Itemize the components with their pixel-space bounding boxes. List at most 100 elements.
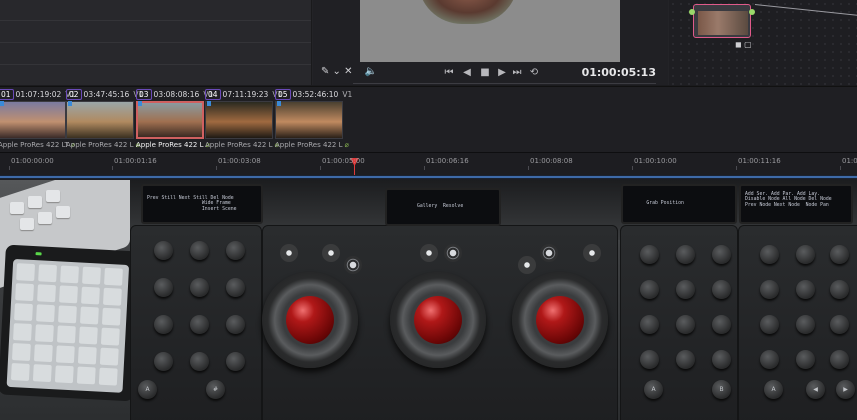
- keypad-key[interactable]: [81, 286, 100, 305]
- trackball-lift[interactable]: [286, 296, 334, 344]
- control-button[interactable]: [190, 315, 209, 334]
- control-button[interactable]: [676, 350, 695, 369]
- keypad-key[interactable]: [58, 305, 77, 324]
- control-button[interactable]: [830, 350, 849, 369]
- control-button[interactable]: [712, 350, 731, 369]
- control-button[interactable]: [640, 350, 659, 369]
- keypad-key[interactable]: [60, 265, 79, 284]
- keypad-key[interactable]: [34, 324, 54, 343]
- ring-button[interactable]: [444, 244, 462, 262]
- control-button[interactable]: [712, 315, 731, 334]
- keypad-key[interactable]: [14, 303, 33, 322]
- control-button[interactable]: [190, 278, 209, 297]
- keypad-key[interactable]: [15, 283, 34, 302]
- control-button[interactable]: [830, 315, 849, 334]
- a-dot-button[interactable]: [280, 244, 298, 262]
- timeline-ruler[interactable]: 01:00:00:00 01:00:01:16 01:00:03:08 01:00:0…: [0, 152, 857, 180]
- keypad-key[interactable]: [99, 347, 119, 366]
- control-button[interactable]: [190, 241, 209, 260]
- keypad-key[interactable]: [82, 266, 101, 285]
- keypad-key[interactable]: [54, 365, 74, 384]
- control-button[interactable]: [640, 245, 659, 264]
- play-button-hw[interactable]: ▶: [836, 380, 855, 399]
- keypad-key[interactable]: [100, 327, 120, 346]
- node-input[interactable]: [689, 9, 695, 15]
- control-button[interactable]: [830, 245, 849, 264]
- keypad-key[interactable]: [38, 264, 58, 283]
- keypad-key[interactable]: [55, 345, 75, 364]
- trackball-ring-gain[interactable]: [512, 272, 608, 368]
- dot-button[interactable]: [322, 244, 340, 262]
- control-button[interactable]: [640, 315, 659, 334]
- a-button[interactable]: A: [644, 380, 663, 399]
- dot-button[interactable]: [420, 244, 438, 262]
- control-button[interactable]: [676, 245, 695, 264]
- control-button[interactable]: [226, 241, 245, 260]
- control-button[interactable]: [226, 352, 245, 371]
- last-frame-button[interactable]: ⏭: [509, 67, 525, 79]
- trackball-gamma[interactable]: [414, 296, 462, 344]
- loop-button[interactable]: ⟲: [526, 67, 542, 79]
- control-button[interactable]: [226, 278, 245, 297]
- control-button[interactable]: [154, 315, 173, 334]
- control-button[interactable]: [796, 280, 815, 299]
- trackball-ring-lift[interactable]: [262, 272, 358, 368]
- node-output[interactable]: [749, 9, 755, 15]
- scrub-bar[interactable]: [353, 83, 656, 84]
- step-back-button[interactable]: ◀: [459, 67, 475, 79]
- control-button[interactable]: [190, 352, 209, 371]
- control-button[interactable]: [796, 350, 815, 369]
- keypad-key[interactable]: [10, 363, 30, 381]
- first-frame-button[interactable]: ⏮: [441, 67, 457, 79]
- a-button[interactable]: A: [764, 380, 783, 399]
- control-button[interactable]: [712, 280, 731, 299]
- keypad-key[interactable]: [36, 304, 55, 323]
- clip-thumbnail-02[interactable]: 02 03:47:45:16 V1 Apple ProRes 422 L ⌀: [66, 87, 143, 153]
- control-button[interactable]: [676, 315, 695, 334]
- color-node[interactable]: [693, 4, 751, 38]
- keypad-key[interactable]: [37, 284, 56, 303]
- bypass-button[interactable]: B: [712, 380, 731, 399]
- control-button[interactable]: [640, 280, 659, 299]
- control-button[interactable]: [760, 280, 779, 299]
- keypad-key[interactable]: [103, 287, 122, 306]
- control-button[interactable]: [226, 315, 245, 334]
- viewer-tool-select[interactable]: ✎ ⌄ ✕: [321, 66, 353, 77]
- hash-button[interactable]: #: [206, 380, 225, 399]
- ring-button[interactable]: [344, 256, 362, 274]
- keypad-key[interactable]: [32, 364, 52, 383]
- keypad-key[interactable]: [16, 263, 36, 282]
- control-button[interactable]: [712, 245, 731, 264]
- stop-button[interactable]: ■: [477, 67, 493, 79]
- control-button[interactable]: [760, 245, 779, 264]
- play-button[interactable]: ▶: [494, 67, 510, 79]
- keypad-key[interactable]: [33, 344, 53, 363]
- control-button[interactable]: [760, 350, 779, 369]
- clip-thumbnail-03[interactable]: 03 03:08:08:16 V1 Apple ProRes 422 L ⌀: [136, 87, 213, 153]
- keypad-key[interactable]: [79, 306, 99, 325]
- control-button[interactable]: [796, 315, 815, 334]
- timeline-scroll-thumb[interactable]: [0, 176, 857, 178]
- keypad-key[interactable]: [78, 326, 98, 345]
- video-preview[interactable]: [360, 0, 620, 62]
- ring-button[interactable]: [540, 244, 558, 262]
- control-button[interactable]: [154, 352, 173, 371]
- trackball-ring-gamma[interactable]: [390, 272, 486, 368]
- control-button[interactable]: [830, 280, 849, 299]
- audio-icon[interactable]: 🔈: [363, 66, 379, 78]
- clip-thumbnail-05[interactable]: 05 03:52:46:10 V1 Apple ProRes 422 L ⌀: [275, 87, 352, 153]
- keypad-key[interactable]: [56, 325, 76, 344]
- keypad-key[interactable]: [76, 366, 96, 385]
- trackball-gain[interactable]: [536, 296, 584, 344]
- hash-dot-button[interactable]: [583, 244, 601, 262]
- control-button[interactable]: [760, 315, 779, 334]
- keypad-key[interactable]: [11, 343, 31, 361]
- control-button[interactable]: [154, 241, 173, 260]
- clip-thumbnail-01[interactable]: 01 01:07:19:02 V1 Apple ProRes 422 LT ⌀: [0, 87, 75, 153]
- keypad-key[interactable]: [104, 267, 123, 286]
- control-button[interactable]: [796, 245, 815, 264]
- node-editor[interactable]: ◼ ▢: [669, 0, 857, 85]
- clip-thumbnail-04[interactable]: 04 07:11:19:23 V1 Apple ProRes 422 L ⌀: [205, 87, 282, 153]
- keypad-key[interactable]: [98, 367, 118, 386]
- a-button[interactable]: A: [138, 380, 157, 399]
